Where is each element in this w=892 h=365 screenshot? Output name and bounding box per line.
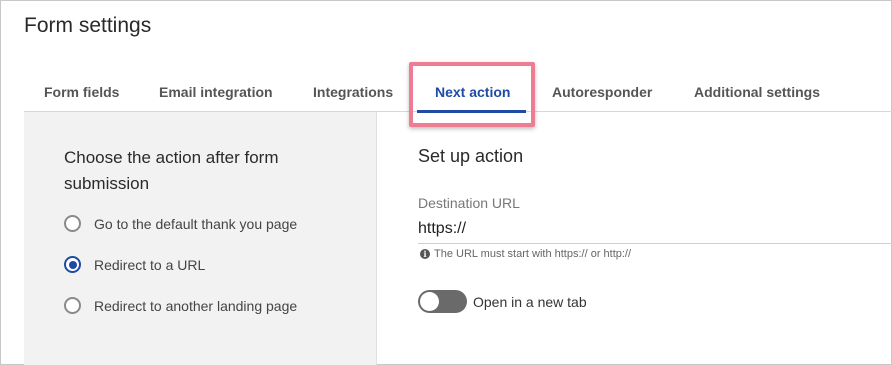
tab-additional-settings[interactable]: Additional settings xyxy=(694,84,820,100)
destination-url-label: Destination URL xyxy=(418,195,520,211)
destination-url-input[interactable] xyxy=(418,215,892,244)
settings-window: Form settings Form fields Email integrat… xyxy=(0,0,892,365)
setup-action-heading: Set up action xyxy=(418,146,524,166)
option-label: Go to the default thank you page xyxy=(94,215,298,232)
url-hint: i The URL must start with https:// or ht… xyxy=(420,248,631,260)
open-new-tab-toggle-row[interactable]: Open in a new tab xyxy=(418,290,587,313)
radio-default-thank-you[interactable] xyxy=(64,215,81,232)
option-default-thank-you[interactable]: Go to the default thank you page xyxy=(64,215,297,232)
info-icon: i xyxy=(420,249,430,259)
page-title: Form settings xyxy=(24,14,152,37)
tab-integrations[interactable]: Integrations xyxy=(313,84,393,100)
tab-email-integration[interactable]: Email integration xyxy=(159,84,273,100)
option-redirect-url[interactable]: Redirect to a URL xyxy=(64,256,205,273)
action-choice-panel: Choose the action after form submission … xyxy=(24,112,377,365)
tab-form-fields[interactable]: Form fields xyxy=(44,84,119,100)
url-hint-text: The URL must start with https:// or http… xyxy=(434,248,632,260)
radio-redirect-url[interactable] xyxy=(64,256,81,273)
action-choice-heading: Choose the action after form submission xyxy=(64,148,279,193)
open-new-tab-label: Open in a new tab xyxy=(473,293,587,310)
tab-autoresponder[interactable]: Autoresponder xyxy=(552,84,652,100)
highlight-box xyxy=(409,62,535,127)
option-label: Redirect to another landing page xyxy=(94,297,298,314)
open-new-tab-toggle[interactable] xyxy=(418,290,467,313)
option-redirect-landing-page[interactable]: Redirect to another landing page xyxy=(64,297,297,314)
toggle-knob xyxy=(420,292,439,311)
radio-redirect-landing-page[interactable] xyxy=(64,297,81,314)
option-label: Redirect to a URL xyxy=(94,256,206,273)
